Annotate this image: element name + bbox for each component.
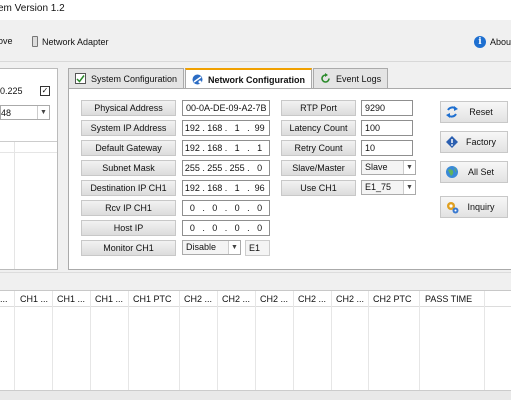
chevron-down-icon: ▼ (37, 106, 49, 119)
results-grid: ... CH1 ... CH1 ... CH1 ... CH1 PTC CH2 … (0, 290, 511, 391)
column-header[interactable]: CH2 ... (222, 294, 250, 304)
chevron-down-icon: ▼ (403, 161, 415, 174)
splitter[interactable] (0, 272, 511, 290)
latency-count-label: Latency Count (281, 120, 356, 136)
column-header[interactable]: CH1 ... (20, 294, 48, 304)
checklist-icon (75, 73, 86, 84)
title-bar: em Version 1.2 (0, 0, 511, 20)
network-config-panel: Physical Address System IP Address Defau… (68, 88, 511, 270)
column-header[interactable]: CH2 PTC (373, 294, 412, 304)
remove-label: ove (0, 36, 13, 46)
factory-icon (445, 135, 459, 149)
all-set-label: All Set (467, 167, 494, 177)
destination-ip-label: Destination IP CH1 (81, 180, 176, 196)
system-ip-label: System IP Address (81, 120, 176, 136)
rcv-ip-field[interactable]: 0.0.0.0 (182, 200, 270, 216)
slave-master-value: Slave (365, 162, 388, 172)
gear-icon (445, 200, 459, 214)
all-set-button[interactable]: All Set (440, 161, 508, 183)
reset-label: Reset (469, 107, 493, 117)
device-checkbox[interactable]: ✓ (40, 86, 50, 96)
column-header[interactable]: CH2 ... (336, 294, 364, 304)
rtp-port-label: RTP Port (281, 100, 356, 116)
network-icon (192, 74, 203, 85)
rcv-ip-label: Rcv IP CH1 (81, 200, 176, 216)
latency-count-field[interactable]: 100 (361, 120, 413, 136)
retry-count-field[interactable]: 10 (361, 140, 413, 156)
toolbar: ove Network Adapter i About (0, 20, 511, 62)
tab-network-configuration[interactable]: Network Configuration (185, 68, 313, 89)
retry-count-label: Retry Count (281, 140, 356, 156)
device-combo[interactable]: 48 ▼ (0, 105, 50, 120)
tab-event-logs[interactable]: Event Logs (313, 68, 389, 88)
status-bar (0, 390, 511, 400)
factory-label: Factory (465, 137, 496, 147)
slave-master-label: Slave/Master (281, 160, 356, 176)
device-grid (0, 141, 57, 269)
inquiry-label: Inquiry (467, 202, 495, 212)
column-header[interactable]: ... (0, 294, 8, 304)
device-list-panel: 0.225 ✓ 48 ▼ (0, 68, 58, 270)
use-ch1-select[interactable]: E1_75 ▼ (361, 180, 416, 195)
physical-address-field[interactable]: 00-0A-DE-09-A2-7B (182, 100, 270, 116)
system-ip-field[interactable]: 192. 168. 1. 99 (182, 120, 270, 136)
device-combo-value: 48 (1, 108, 12, 118)
network-adapter-button[interactable]: Network Adapter (32, 36, 109, 47)
device-ip-text: 0.225 (0, 86, 23, 96)
network-adapter-label: Network Adapter (42, 36, 109, 47)
destination-ip-field[interactable]: 192. 168. 1. 96 (182, 180, 270, 196)
about-label: About (490, 37, 511, 47)
tab-system-configuration[interactable]: System Configuration (68, 68, 185, 88)
inquiry-button[interactable]: Inquiry (440, 196, 508, 218)
refresh-icon (320, 73, 331, 84)
reset-button[interactable]: Reset (440, 101, 508, 123)
column-header[interactable]: CH1 ... (57, 294, 85, 304)
rtp-port-field[interactable]: 9290 (361, 100, 413, 116)
slave-master-select[interactable]: Slave ▼ (361, 160, 416, 175)
monitor-ch1-select[interactable]: Disable ▼ (182, 240, 241, 255)
about-button[interactable]: i About (474, 36, 511, 48)
host-ip-label: Host IP (81, 220, 176, 236)
tab-label: Network Configuration (208, 74, 306, 85)
default-gateway-label: Default Gateway (81, 140, 176, 156)
physical-address-label: Physical Address (81, 100, 176, 116)
column-header[interactable]: CH2 ... (298, 294, 326, 304)
use-ch1-value: E1_75 (365, 182, 392, 192)
column-header[interactable]: PASS TIME (425, 294, 472, 304)
column-header[interactable]: CH1 ... (95, 294, 123, 304)
chevron-down-icon: ▼ (228, 241, 240, 254)
window-title: em Version 1.2 (0, 3, 65, 14)
monitor-ch1-value: Disable (186, 242, 217, 252)
subnet-mask-label: Subnet Mask (81, 160, 176, 176)
info-icon: i (474, 36, 486, 48)
monitor-ch1-label: Monitor CH1 (81, 240, 176, 256)
plug-icon (32, 36, 38, 47)
monitor-ch1-suffix: E1 (245, 240, 270, 256)
tab-strip: System Configuration Network Configurati… (68, 68, 389, 89)
tab-label: Event Logs (336, 73, 382, 84)
column-header[interactable]: CH2 ... (260, 294, 288, 304)
chevron-down-icon: ▼ (403, 181, 415, 194)
subnet-mask-field[interactable]: 255. 255. 255. 0 (182, 160, 270, 176)
tab-label: System Configuration (91, 73, 178, 84)
column-header[interactable]: CH2 ... (184, 294, 212, 304)
globe-icon (445, 165, 459, 179)
column-header[interactable]: CH1 PTC (133, 294, 172, 304)
use-ch1-label: Use CH1 (281, 180, 356, 196)
default-gateway-field[interactable]: 192. 168. 1. 1 (182, 140, 270, 156)
factory-button[interactable]: Factory (440, 131, 508, 153)
remove-button[interactable]: ove (0, 36, 13, 46)
reset-icon (445, 105, 459, 119)
host-ip-field[interactable]: 0.0.0.0 (182, 220, 270, 236)
